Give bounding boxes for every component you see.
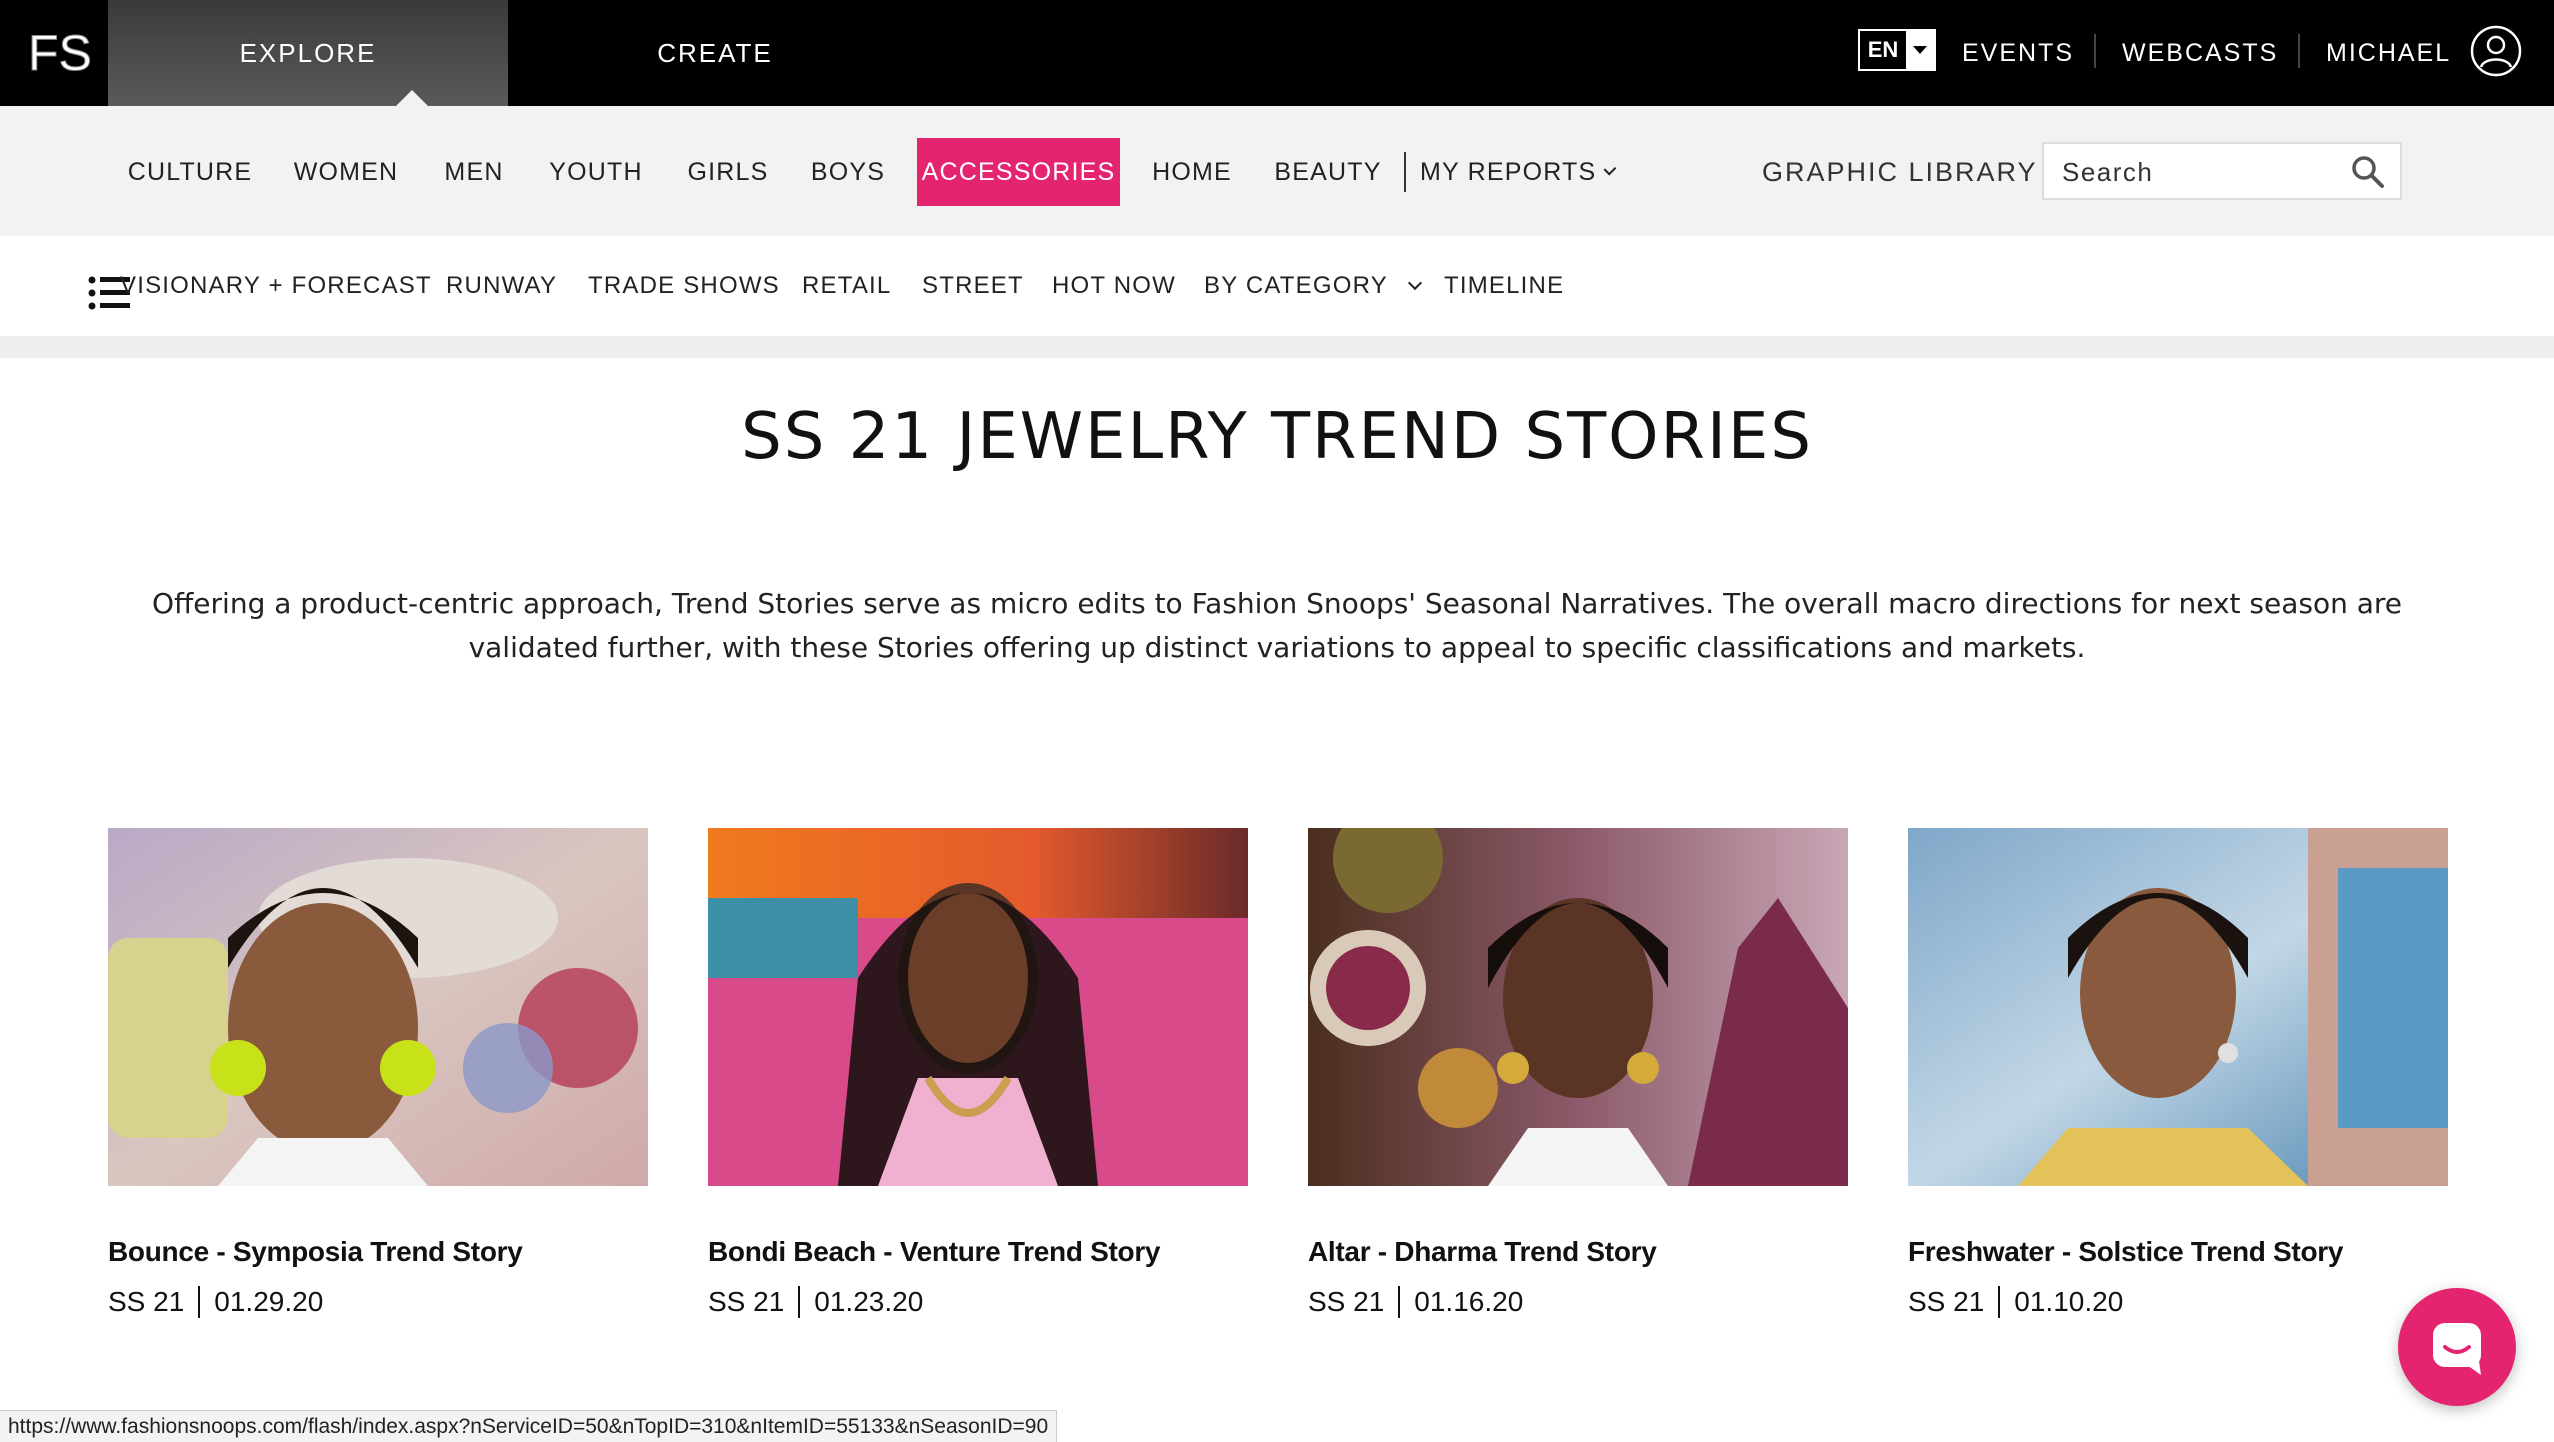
story-meta: SS 21 01.10.20 <box>1908 1286 2448 1318</box>
webcasts-link[interactable]: WEBCASTS <box>2122 0 2278 106</box>
subnav-hot-now[interactable]: HOT NOW <box>1052 236 1176 336</box>
trend-story-card[interactable]: Bondi Beach - Venture Trend Story SS 21 … <box>708 828 1248 1318</box>
story-meta: SS 21 01.16.20 <box>1308 1286 1848 1318</box>
language-select[interactable]: EN <box>1858 29 1936 71</box>
page-title: SS 21 JEWELRY TREND STORIES <box>741 400 1813 474</box>
category-accessories[interactable]: ACCESSORIES <box>917 138 1120 206</box>
divider <box>198 1286 201 1318</box>
subnav-runway[interactable]: RUNWAY <box>446 236 557 336</box>
my-reports-dropdown[interactable]: MY REPORTS <box>1420 138 1617 206</box>
story-date: 01.10.20 <box>2014 1286 2124 1317</box>
trend-story-card[interactable]: Freshwater - Solstice Trend Story SS 21 … <box>1908 828 2448 1318</box>
subnav-street[interactable]: STREET <box>922 236 1024 336</box>
top-navigation-bar: FS EXPLORE CREATE EN EVENTS WEBCASTS MIC… <box>0 0 2554 108</box>
tab-explore[interactable]: EXPLORE <box>108 0 508 108</box>
story-meta: SS 21 01.23.20 <box>708 1286 1248 1318</box>
story-season: SS 21 <box>708 1286 785 1317</box>
category-youth[interactable]: YOUTH <box>540 138 652 206</box>
graphic-library-link[interactable]: GRAPHIC LIBRARY <box>1762 138 2038 206</box>
tab-create[interactable]: CREATE <box>560 0 870 106</box>
story-date: 01.16.20 <box>1414 1286 1524 1317</box>
story-date: 01.23.20 <box>814 1286 924 1317</box>
category-men[interactable]: MEN <box>432 138 516 206</box>
chevron-down-icon <box>1407 275 1422 291</box>
category-culture[interactable]: CULTURE <box>120 138 260 206</box>
events-link[interactable]: EVENTS <box>1962 0 2074 106</box>
subnav-timeline[interactable]: TIMELINE <box>1444 236 1564 336</box>
svg-text:FS: FS <box>28 26 92 78</box>
category-home[interactable]: HOME <box>1144 138 1240 206</box>
subnav-trade-shows[interactable]: TRADE SHOWS <box>588 236 780 336</box>
divider <box>2298 34 2300 68</box>
story-title[interactable]: Bondi Beach - Venture Trend Story <box>708 1236 1248 1268</box>
story-thumbnail-image[interactable] <box>108 828 648 1186</box>
tab-create-label: CREATE <box>657 37 773 68</box>
category-beauty[interactable]: BEAUTY <box>1264 138 1392 206</box>
language-code: EN <box>1867 37 1899 62</box>
story-thumbnail-image[interactable] <box>1908 828 2448 1186</box>
story-season: SS 21 <box>108 1286 185 1317</box>
story-title[interactable]: Altar - Dharma Trend Story <box>1308 1236 1848 1268</box>
divider <box>1398 1286 1401 1318</box>
trend-story-card[interactable]: Bounce - Symposia Trend Story SS 21 01.2… <box>108 828 648 1318</box>
story-meta: SS 21 01.29.20 <box>108 1286 648 1318</box>
search-box <box>2042 142 2402 200</box>
by-category-label: BY CATEGORY <box>1204 272 1388 299</box>
fashion-snoops-logo[interactable]: FS <box>28 26 104 78</box>
category-girls[interactable]: GIRLS <box>676 138 780 206</box>
tab-explore-label: EXPLORE <box>239 37 377 68</box>
category-bar: CULTURE WOMEN MEN YOUTH GIRLS BOYS ACCES… <box>0 106 2554 236</box>
browser-status-url: https://www.fashionsnoops.com/flash/inde… <box>0 1410 1058 1442</box>
section-subnav: VISIONARY + FORECAST RUNWAY TRADE SHOWS … <box>0 236 2554 336</box>
trend-story-card[interactable]: Altar - Dharma Trend Story SS 21 01.16.2… <box>1308 828 1848 1318</box>
user-menu-link[interactable]: MICHAEL <box>2326 0 2451 106</box>
category-boys[interactable]: BOYS <box>804 138 892 206</box>
story-thumbnail-image[interactable] <box>708 828 1248 1186</box>
chat-bubble-icon <box>2433 1323 2481 1375</box>
search-input[interactable] <box>2062 152 2342 192</box>
divider <box>1404 152 1406 192</box>
story-title[interactable]: Freshwater - Solstice Trend Story <box>1908 1236 2448 1268</box>
story-date: 01.29.20 <box>214 1286 324 1317</box>
my-reports-label: MY REPORTS <box>1420 157 1597 186</box>
story-season: SS 21 <box>1908 1286 1985 1317</box>
category-women[interactable]: WOMEN <box>284 138 408 206</box>
subnav-by-category[interactable]: BY CATEGORY <box>1204 236 1422 336</box>
divider <box>2094 34 2096 68</box>
search-icon[interactable] <box>2350 154 2386 190</box>
divider <box>0 336 2554 358</box>
divider <box>798 1286 801 1318</box>
user-circle-icon[interactable] <box>2470 25 2522 77</box>
subnav-visionary-forecast[interactable]: VISIONARY + FORECAST <box>120 236 432 336</box>
chevron-down-icon <box>1906 31 1934 69</box>
page-intro: Offering a product-centric approach, Tre… <box>151 587 2403 664</box>
story-thumbnail-image[interactable] <box>1308 828 1848 1186</box>
story-season: SS 21 <box>1308 1286 1385 1317</box>
chevron-down-icon <box>1603 162 1617 176</box>
chat-launcher-button[interactable] <box>2398 1288 2516 1406</box>
story-title[interactable]: Bounce - Symposia Trend Story <box>108 1236 648 1268</box>
divider <box>1998 1286 2001 1318</box>
subnav-retail[interactable]: RETAIL <box>802 236 891 336</box>
